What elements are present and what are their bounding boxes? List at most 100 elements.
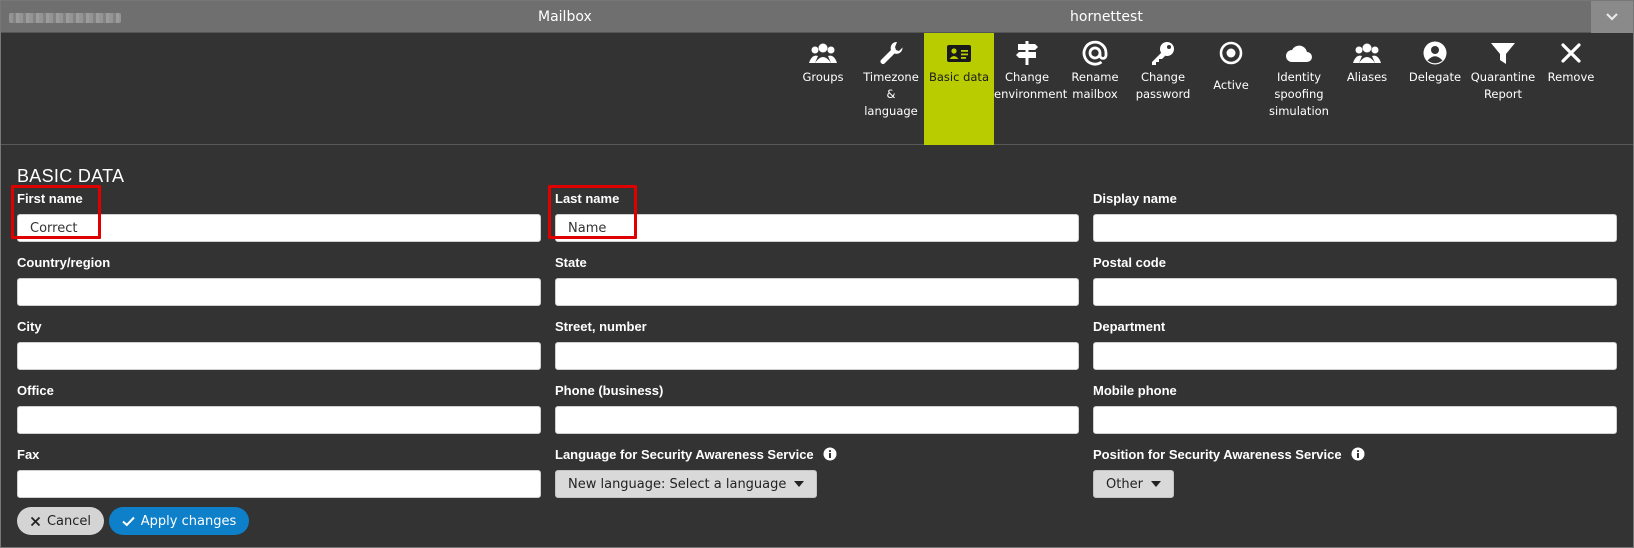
close-icon (30, 516, 41, 526)
user-circle-icon (1423, 41, 1447, 65)
fax-field: Fax (17, 447, 541, 498)
fax-label: Fax (17, 447, 40, 462)
caret-down-icon (794, 481, 805, 487)
tool-basic-data[interactable]: Basic data (924, 33, 994, 145)
action-toolbar: Groups Timezone & language Basic data Ch… (1, 33, 1633, 145)
wrench-icon (880, 41, 903, 64)
sas-language-label-row: Language for Security Awareness Service (555, 447, 1079, 463)
info-icon[interactable] (1351, 447, 1365, 461)
postal-code-label: Postal code (1093, 255, 1166, 270)
fax-input[interactable] (17, 470, 541, 498)
chevron-down-icon (1606, 13, 1618, 21)
tool-label: Remove (1547, 70, 1595, 84)
display-name-field: Display name (1093, 191, 1617, 242)
sas-position-field: Position for Security Awareness Service … (1093, 447, 1617, 498)
department-field: Department (1093, 319, 1617, 370)
street-label: Street, number (555, 319, 647, 334)
sas-position-label-row: Position for Security Awareness Service (1093, 447, 1617, 463)
tool-timezone-language[interactable]: Timezone & language (856, 33, 926, 145)
caret-down-icon (1150, 481, 1161, 487)
mobile-phone-label: Mobile phone (1093, 383, 1177, 398)
state-field: State (555, 255, 1079, 306)
sas-language-label: Language for Security Awareness Service (555, 447, 814, 462)
sas-position-selected: Other (1106, 476, 1143, 492)
tool-rename-mailbox[interactable]: Rename mailbox (1060, 33, 1130, 145)
department-input[interactable] (1093, 342, 1617, 370)
mailbox-window: Mailbox hornettest Groups Timezone & lan… (0, 0, 1634, 548)
apply-changes-button[interactable]: Apply changes (109, 507, 249, 535)
city-label: City (17, 319, 42, 334)
first-name-highlight (11, 185, 101, 239)
tool-delegate[interactable]: Delegate (1400, 33, 1470, 145)
phone-business-label: Phone (business) (555, 383, 664, 398)
account-name: hornettest (1070, 9, 1143, 25)
signpost-icon (1016, 41, 1038, 65)
checkmark-icon (122, 516, 135, 526)
mobile-phone-field: Mobile phone (1093, 383, 1617, 434)
postal-code-field: Postal code (1093, 255, 1617, 306)
tool-label: Quarantine Report (1470, 70, 1536, 101)
cancel-button[interactable]: Cancel (17, 507, 104, 535)
id-card-icon (947, 45, 971, 62)
tool-change-password[interactable]: Change password (1128, 33, 1198, 145)
postal-code-input[interactable] (1093, 278, 1617, 306)
tool-active[interactable]: Active (1196, 33, 1266, 145)
city-input[interactable] (17, 342, 541, 370)
tool-label: Change password (1135, 70, 1191, 101)
tool-label: Basic data (928, 70, 989, 84)
tool-label: Timezone & language (863, 70, 919, 118)
tool-change-environment[interactable]: Change environment (992, 33, 1068, 145)
phone-business-input[interactable] (555, 406, 1079, 434)
tool-label: Rename mailbox (1071, 70, 1119, 101)
tool-identity-spoofing[interactable]: Identity spoofing simulation (1264, 33, 1334, 145)
state-input[interactable] (555, 278, 1079, 306)
cancel-label: Cancel (46, 513, 92, 529)
apply-changes-label: Apply changes (140, 513, 237, 529)
tool-label: Active (1213, 78, 1249, 92)
country-input[interactable] (17, 278, 541, 306)
radio-on-icon (1219, 41, 1243, 65)
key-icon (1152, 42, 1174, 65)
tool-label: Aliases (1346, 70, 1388, 84)
office-input[interactable] (17, 406, 541, 434)
users-icon (1353, 43, 1381, 63)
info-icon[interactable] (823, 447, 837, 461)
office-label: Office (17, 383, 54, 398)
users-icon (809, 43, 837, 63)
sas-language-select[interactable]: New language: Select a language (555, 470, 818, 498)
mobile-phone-input[interactable] (1093, 406, 1617, 434)
tool-aliases[interactable]: Aliases (1332, 33, 1402, 145)
sas-language-selected: New language: Select a language (568, 476, 787, 492)
last-name-highlight (548, 185, 637, 239)
at-icon (1082, 40, 1108, 66)
city-field: City (17, 319, 541, 370)
collapse-button[interactable] (1591, 1, 1633, 33)
office-field: Office (17, 383, 541, 434)
sas-position-select[interactable]: Other (1093, 470, 1174, 498)
tool-label: Identity spoofing simulation (1269, 70, 1329, 118)
country-field: Country/region (17, 255, 541, 306)
title-bar: Mailbox hornettest (1, 1, 1633, 33)
country-label: Country/region (17, 255, 111, 270)
sas-language-field: Language for Security Awareness Service … (555, 447, 1079, 498)
street-field: Street, number (555, 319, 1079, 370)
tool-label: Delegate (1408, 70, 1462, 84)
display-name-input[interactable] (1093, 214, 1617, 242)
cloud-icon (1286, 45, 1312, 62)
redacted-breadcrumb (9, 13, 121, 23)
section-title: BASIC DATA (17, 166, 125, 186)
tool-quarantine-report[interactable]: Quarantine Report (1468, 33, 1538, 145)
tool-label: Groups (802, 70, 844, 84)
close-icon (1561, 43, 1581, 63)
phone-business-field: Phone (business) (555, 383, 1079, 434)
tool-remove[interactable]: Remove (1536, 33, 1606, 145)
filter-icon (1491, 43, 1515, 64)
street-input[interactable] (555, 342, 1079, 370)
state-label: State (555, 255, 587, 270)
window-title: Mailbox (538, 9, 592, 25)
sas-position-label: Position for Security Awareness Service (1093, 447, 1342, 462)
tool-groups[interactable]: Groups (788, 33, 858, 145)
tool-label: Change environment (994, 70, 1068, 101)
department-label: Department (1093, 319, 1166, 334)
display-name-label: Display name (1093, 191, 1177, 206)
